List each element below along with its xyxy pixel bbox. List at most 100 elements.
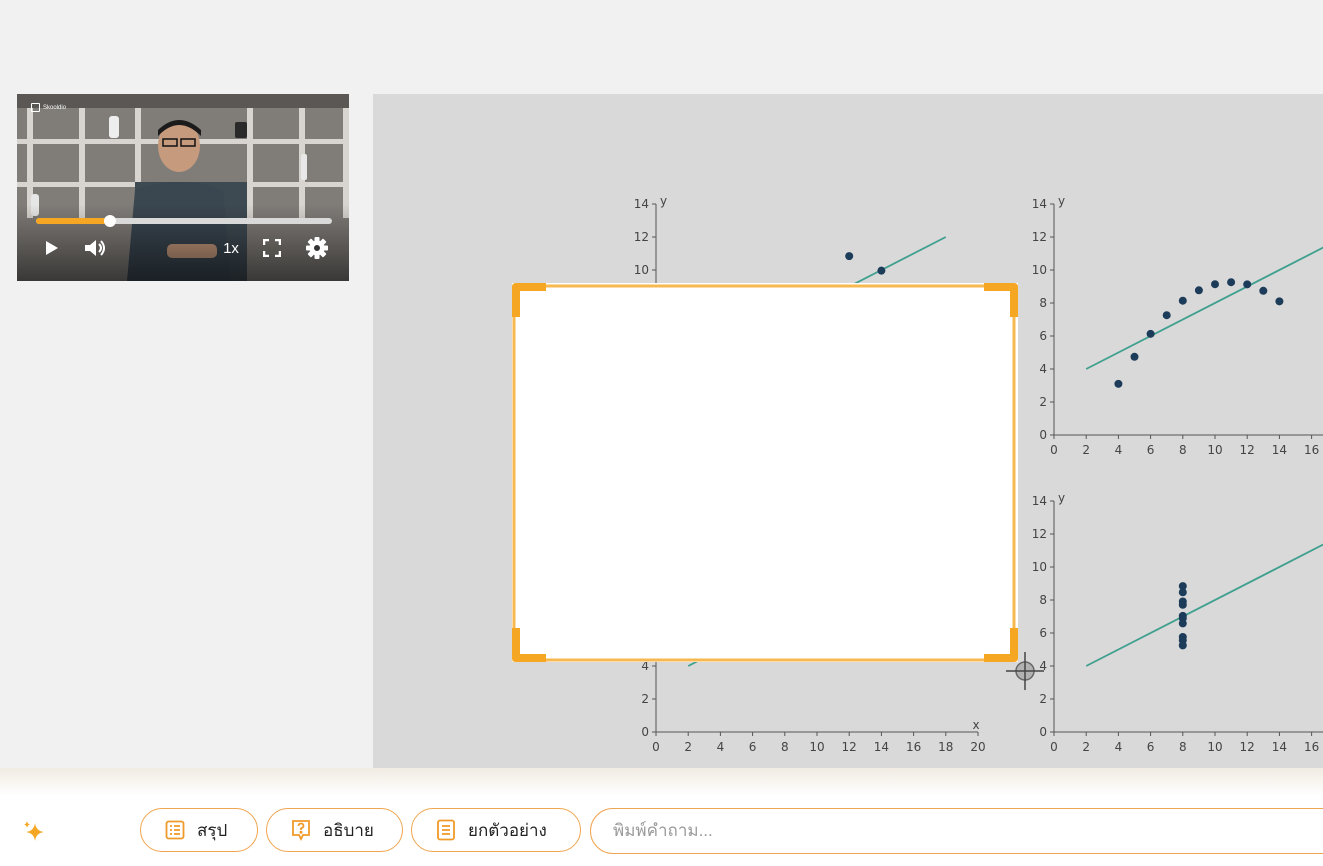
list-icon (165, 820, 185, 840)
document-icon (437, 819, 455, 841)
play-button[interactable] (41, 236, 63, 260)
x-tick-label: 12 (842, 740, 857, 754)
y-tick-label: 12 (1032, 230, 1047, 244)
y-tick-label: 8 (1039, 593, 1047, 607)
x-tick-label: 0 (1050, 443, 1058, 457)
progress-fill (36, 218, 110, 224)
y-tick-label: 10 (1032, 560, 1047, 574)
y-tick-label: 0 (1039, 725, 1047, 739)
chart-4: 024681012140 2 4 6 8 10 12 14 16y (1032, 491, 1323, 754)
x-tick-label: 18 (938, 740, 953, 754)
data-point (1178, 636, 1187, 645)
controls-overlay (17, 204, 349, 281)
data-point (1178, 296, 1187, 305)
x-tick-label: 10 (1207, 443, 1222, 457)
data-point (1114, 379, 1123, 388)
data-point (1130, 352, 1139, 361)
volume-button[interactable] (83, 236, 109, 260)
y-axis-label: y (660, 194, 667, 208)
data-point (1227, 278, 1236, 287)
x-tick-label: 6 (1147, 740, 1155, 754)
y-tick-label: 4 (1039, 362, 1047, 376)
x-tick-label: 14 (874, 740, 889, 754)
selection-frame[interactable] (512, 283, 1018, 662)
x-tick-label: 0 (1050, 740, 1058, 754)
regression-line (1085, 543, 1323, 667)
x-tick-label: 2 (1082, 740, 1090, 754)
explain-chip-label: อธิบาย (323, 820, 374, 840)
data-point (845, 252, 854, 261)
x-tick-label: 14 (1272, 740, 1287, 754)
regression-line (1085, 246, 1323, 370)
x-tick-label: 2 (1082, 443, 1090, 457)
y-tick-label: 10 (634, 263, 649, 277)
data-point (1259, 286, 1268, 295)
x-tick-label: 16 (1304, 443, 1319, 457)
speed-button[interactable]: 1x (220, 236, 242, 260)
question-icon (292, 820, 310, 841)
summarize-chip-label: สรุป (197, 820, 228, 840)
gear-icon (306, 237, 328, 259)
question-input[interactable] (590, 808, 1323, 854)
x-tick-label: 16 (1304, 740, 1319, 754)
y-tick-label: 10 (1032, 263, 1047, 277)
data-point (1178, 588, 1187, 597)
example-chip[interactable]: ยกตัวอย่าง (411, 808, 581, 852)
settings-button[interactable] (305, 236, 329, 260)
y-axis-label: y (1058, 194, 1065, 208)
video-brand: Skooldio (31, 103, 66, 112)
data-point (1162, 311, 1171, 320)
y-tick-label: 6 (1039, 329, 1047, 343)
data-point (1243, 280, 1252, 289)
x-tick-label: 6 (749, 740, 757, 754)
y-tick-label: 14 (1032, 494, 1047, 508)
y-tick-label: 12 (634, 230, 649, 244)
volume-icon (85, 240, 105, 256)
y-tick-label: 14 (1032, 197, 1047, 211)
x-tick-label: 0 (652, 740, 660, 754)
x-axis-label: x (972, 718, 979, 732)
y-tick-label: 12 (1032, 527, 1047, 541)
x-tick-label: 20 (970, 740, 985, 754)
x-tick-label: 10 (809, 740, 824, 754)
brand-logo-icon (31, 103, 40, 112)
x-tick-label: 2 (684, 740, 692, 754)
summarize-chip[interactable]: สรุป (140, 808, 258, 852)
x-tick-label: 4 (1115, 443, 1123, 457)
y-axis-label: y (1058, 491, 1065, 505)
y-tick-label: 2 (1039, 692, 1047, 706)
x-tick-label: 12 (1240, 740, 1255, 754)
data-point (1211, 280, 1219, 289)
progress-knob[interactable] (104, 215, 116, 227)
y-tick-label: 8 (1039, 296, 1047, 310)
x-tick-label: 16 (906, 740, 921, 754)
x-tick-label: 4 (717, 740, 725, 754)
data-point (1178, 614, 1187, 623)
x-tick-label: 10 (1207, 740, 1222, 754)
y-tick-label: 0 (641, 725, 649, 739)
progress-bar[interactable] (36, 215, 332, 227)
fullscreen-button[interactable] (261, 236, 283, 260)
data-point (1275, 297, 1284, 306)
y-tick-label: 2 (1039, 395, 1047, 409)
x-tick-label: 8 (1179, 740, 1187, 754)
x-tick-label: 4 (1115, 740, 1123, 754)
sparkle-icon (24, 821, 44, 841)
chart-2: 0 2 4 6 8 10 12 14 0 2 4 6 8 10 12 14 16 y (1032, 194, 1323, 457)
video-player[interactable]: Skooldio 1x (17, 94, 349, 281)
data-point (1194, 286, 1203, 295)
y-tick-label: 2 (641, 692, 649, 706)
x-tick-label: 6 (1147, 443, 1155, 457)
explain-chip[interactable]: อธิบาย (266, 808, 403, 852)
data-point (877, 266, 886, 275)
example-chip-label: ยกตัวอย่าง (468, 820, 547, 840)
play-icon (46, 241, 58, 255)
x-tick-label: 8 (1179, 443, 1187, 457)
data-point (1178, 597, 1187, 606)
y-tick-label: 14 (634, 197, 649, 211)
fullscreen-icon (263, 239, 281, 257)
x-tick-label: 8 (781, 740, 789, 754)
crosshair-cursor-icon (1006, 652, 1044, 690)
y-tick-label: 6 (1039, 626, 1047, 640)
x-tick-label: 14 (1272, 443, 1287, 457)
